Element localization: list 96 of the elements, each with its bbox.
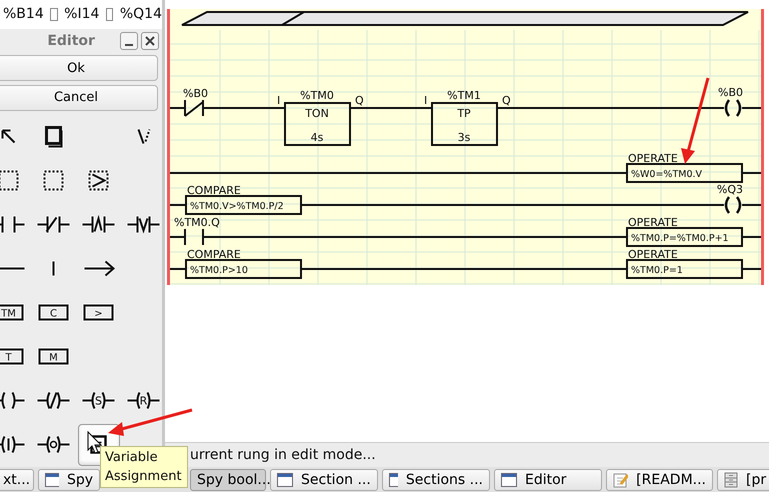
taskbar-button[interactable]: Sections ... — [382, 469, 490, 491]
block-expression: %TM0.P=%TM0.P+1 — [631, 233, 729, 244]
taskbar-button[interactable]: Editor — [494, 469, 602, 491]
tool-button[interactable]: T — [0, 336, 30, 378]
block-expression: %TM0.P=1 — [631, 265, 683, 276]
block-icon: C — [38, 304, 69, 321]
coil-label: %Q3 — [716, 183, 743, 196]
block-expression: %TM0.V>%TM0.P/2 — [190, 201, 284, 212]
block-icon: M — [38, 348, 69, 365]
tool-button[interactable]: M — [32, 336, 74, 378]
taskbar-button[interactable]: [pr — [717, 469, 769, 491]
coil-icon — [0, 391, 26, 410]
notepad-icon — [613, 472, 628, 488]
pointer-icon — [1, 129, 16, 144]
block-expression: %TM0.P>10 — [190, 265, 248, 276]
taskbar-button[interactable]: Spy — [38, 469, 100, 491]
open-contact — [184, 228, 204, 246]
minimize-button[interactable] — [120, 32, 138, 50]
block-label: COMPARE — [187, 248, 241, 261]
variable-label: %Q14 — [120, 5, 162, 24]
status-text: urrent rung in edit mode... — [165, 442, 769, 467]
negated-coil-icon — [36, 391, 71, 410]
block-label: COMPARE — [187, 184, 241, 197]
timer-type: TON — [305, 107, 329, 120]
falling-contact-icon — [126, 215, 161, 234]
coil — [724, 98, 742, 118]
block-label: OPERATE — [628, 248, 678, 261]
pin-label: Q — [355, 94, 364, 107]
timer-label: %TM0 — [300, 89, 334, 102]
close-button[interactable] — [140, 32, 159, 50]
timer-preset: 3s — [458, 131, 470, 144]
line-icon — [0, 267, 26, 270]
window-icon — [277, 473, 293, 487]
tool-button[interactable]: TM — [0, 292, 30, 334]
coil-icon — [0, 435, 26, 454]
vertical-line-icon — [52, 260, 55, 277]
block-expression: %W0=%TM0.V — [631, 169, 702, 180]
wire — [170, 268, 186, 270]
checkbox[interactable] — [106, 8, 114, 21]
cursor-icon — [88, 430, 102, 454]
tool-button[interactable]: > — [78, 292, 120, 334]
timer-block — [284, 102, 351, 146]
block-icon: T — [0, 348, 24, 365]
contact-label: %TM0.Q — [174, 216, 220, 229]
close-icon — [144, 36, 155, 46]
taskbar-button[interactable]: Section ... — [270, 469, 378, 491]
tool-button[interactable]: S — [78, 380, 120, 422]
wire — [170, 107, 185, 109]
wire — [742, 172, 761, 174]
checkbox[interactable] — [50, 8, 58, 21]
window-icon — [501, 473, 517, 487]
ok-button[interactable]: Ok — [0, 55, 158, 82]
wire — [742, 107, 761, 109]
tool-button[interactable]: C — [32, 292, 74, 334]
minimize-icon — [124, 44, 132, 46]
window-icon — [45, 473, 59, 487]
timer-block — [431, 102, 498, 146]
wire — [742, 268, 761, 270]
rising-contact-icon — [81, 215, 116, 234]
variable-label: %I14 — [64, 5, 100, 24]
panel-title: Editor — [46, 32, 96, 50]
coil-label: %B0 — [718, 86, 743, 99]
tooltip: Variable Assignment — [100, 446, 188, 488]
timer-preset: 4s — [310, 131, 324, 144]
coil-icon — [36, 435, 71, 454]
pin-label: Q — [502, 94, 511, 107]
closed-contact-icon — [36, 215, 71, 234]
window-icon — [389, 473, 398, 487]
block-label: OPERATE — [628, 216, 678, 229]
wire — [170, 236, 185, 238]
block-label: OPERATE — [628, 152, 678, 165]
block-icon: TM — [0, 304, 24, 321]
closed-contact — [184, 99, 204, 117]
variable-label: %B14 — [3, 5, 44, 24]
selection-icon — [0, 170, 19, 191]
selection-icon — [43, 170, 64, 191]
timer-type: TP — [457, 107, 471, 120]
wire — [742, 236, 761, 238]
timer-label: %TM1 — [447, 89, 481, 102]
contact-label: %B0 — [183, 87, 208, 100]
wire — [170, 204, 186, 206]
play-frame-icon — [88, 170, 109, 191]
connection-icon — [136, 128, 150, 145]
cabinet-icon — [724, 472, 738, 488]
block-icon — [44, 126, 62, 148]
block-icon: > — [83, 304, 114, 321]
wire — [742, 204, 761, 206]
coil — [724, 196, 742, 214]
arrow-icon — [82, 260, 114, 277]
tool-button[interactable]: R — [122, 380, 162, 422]
cancel-button[interactable]: Cancel — [0, 84, 158, 110]
taskbar-button[interactable]: [READM... — [606, 469, 713, 491]
taskbar-button[interactable]: xt... — [0, 469, 34, 491]
pin-label: I — [277, 94, 280, 107]
pin-label: I — [424, 94, 428, 107]
contact-icon — [0, 215, 26, 234]
